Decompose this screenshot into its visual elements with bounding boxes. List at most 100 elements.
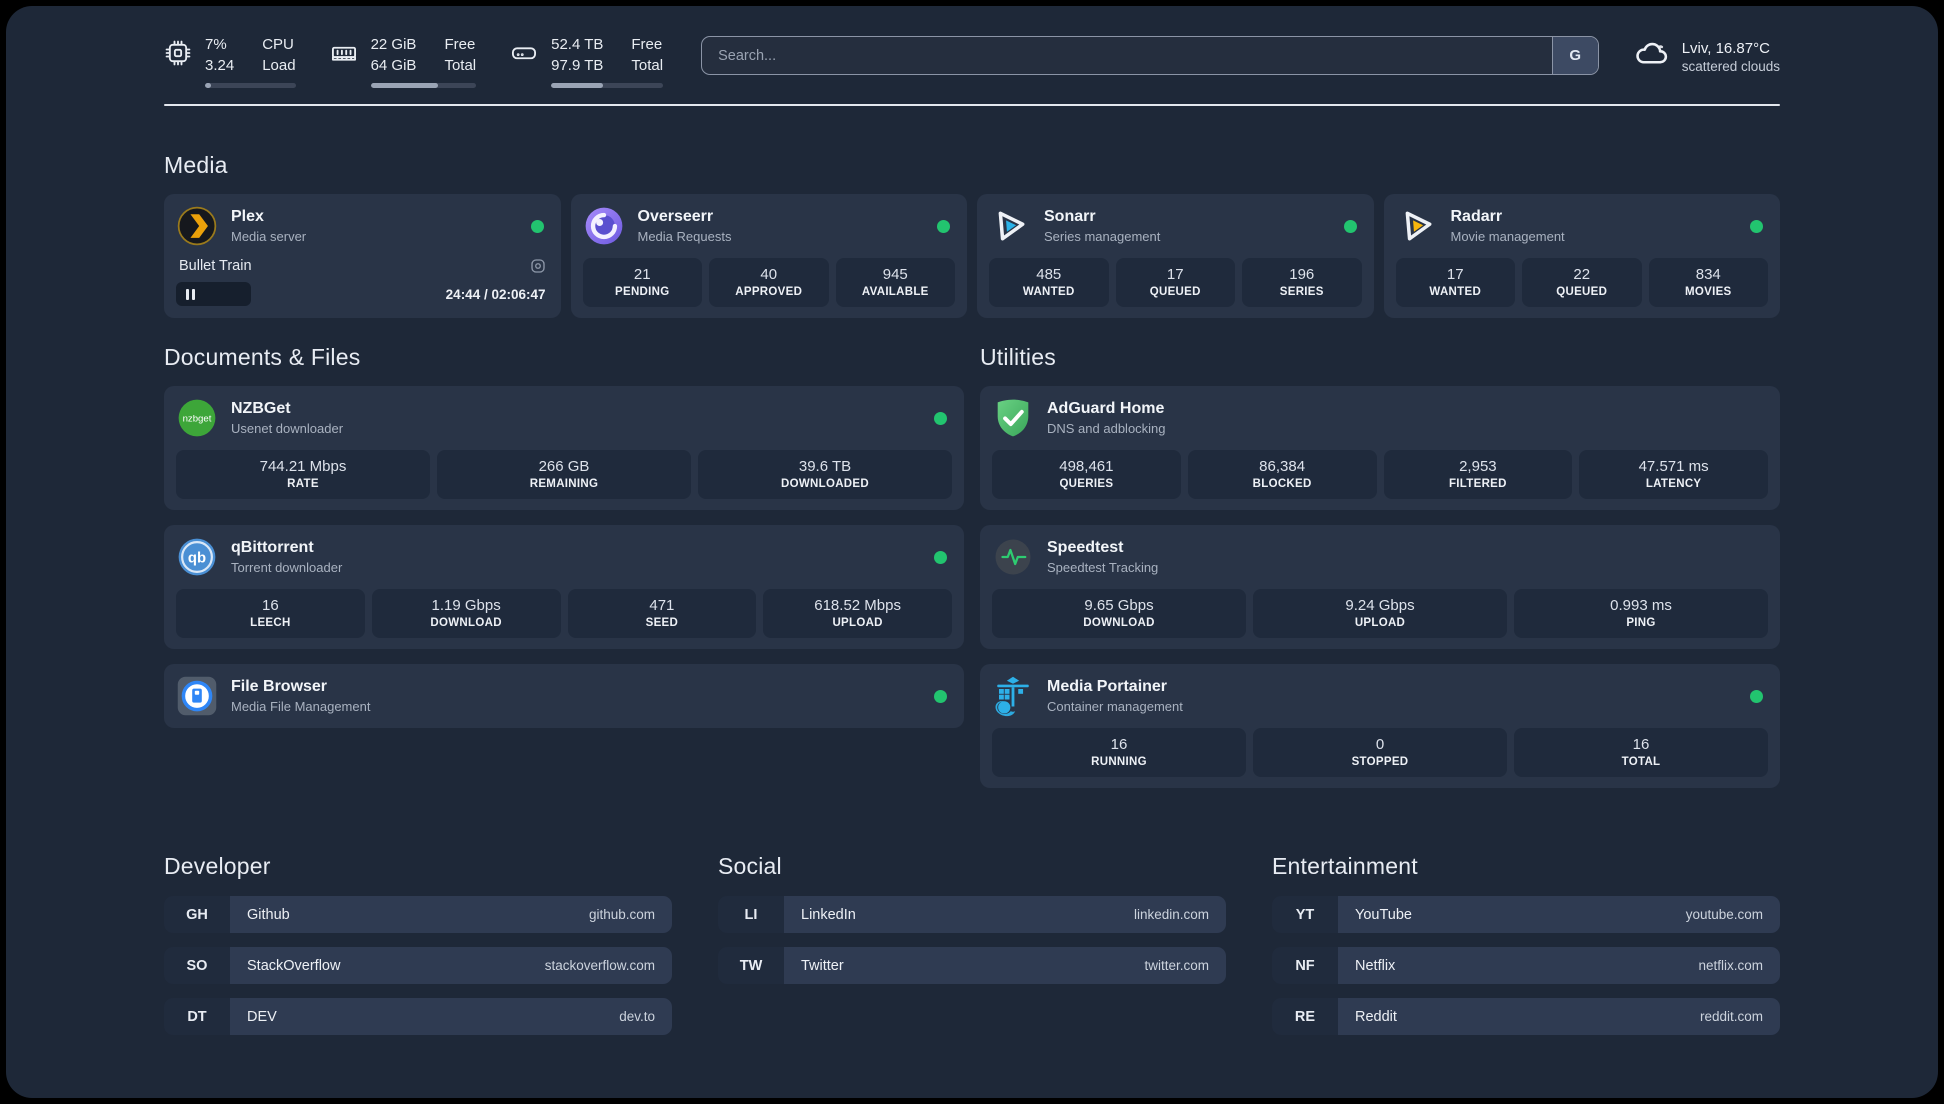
svg-text:qb: qb <box>188 550 206 566</box>
ram-icon <box>330 39 358 88</box>
now-playing-title: Bullet Train <box>179 258 252 274</box>
stat-tile: 834 MOVIES <box>1648 258 1768 307</box>
card-portainer[interactable]: Media Portainer Container management 16 R… <box>980 664 1780 788</box>
link-dev-to[interactable]: DT DEV dev.to <box>164 998 672 1035</box>
link-reddit[interactable]: RE Reddit reddit.com <box>1272 998 1780 1035</box>
link-tag: YT <box>1272 896 1338 933</box>
social-section: Social LI LinkedIn linkedin.com TW Twitt… <box>718 853 1226 1035</box>
speedtest-icon <box>992 536 1034 578</box>
app-title: Speedtest <box>1047 539 1124 556</box>
search-input[interactable] <box>702 47 1552 64</box>
cpu-stat: 7% 3.24 CPU Load <box>164 34 296 88</box>
card-overseerr[interactable]: Overseerr Media Requests 21 PENDING 40 APP… <box>570 194 967 318</box>
stat-tile: 2,953 FILTERED <box>1383 450 1573 499</box>
link-url: reddit.com <box>1699 1009 1763 1024</box>
app-title: File Browser <box>231 678 328 695</box>
section-title-developer: Developer <box>164 853 271 879</box>
app-subtitle: Container management <box>1047 699 1183 714</box>
app-subtitle: Usenet downloader <box>231 421 344 436</box>
link-url: stackoverflow.com <box>544 958 655 973</box>
dashboard-content: 7% 3.24 CPU Load 22 GiB 64 GiB Free Tota… <box>6 6 1938 1075</box>
svg-text:nzbget: nzbget <box>183 414 212 425</box>
link-tag: LI <box>718 896 784 933</box>
app-title: Media Portainer <box>1047 678 1168 695</box>
stat-tile: 22 QUEUED <box>1522 258 1642 307</box>
link-url: dev.to <box>619 1009 655 1024</box>
cpu-icon <box>164 39 192 88</box>
ram-total-value: 64 GiB <box>370 57 417 74</box>
qbittorrent-icon: qb <box>176 536 218 578</box>
link-stackoverflow[interactable]: SO StackOverflow stackoverflow.com <box>164 947 672 984</box>
card-radarr[interactable]: Radarr Movie management 17 WANTED 22 QUEUE… <box>1383 194 1780 318</box>
ram-label-2: Total <box>444 57 477 74</box>
link-github[interactable]: GH Github github.com <box>164 896 672 933</box>
link-youtube[interactable]: YT YouTube youtube.com <box>1272 896 1780 933</box>
app-subtitle: Speedtest Tracking <box>1047 560 1159 575</box>
card-speedtest[interactable]: Speedtest Speedtest Tracking 9.65 Gbps DO… <box>980 525 1780 649</box>
stat-tile: 47.571 ms LATENCY <box>1579 450 1768 499</box>
section-title-entertainment: Entertainment <box>1272 853 1418 879</box>
status-dot <box>1750 219 1763 233</box>
stat-tile: 471 SEED <box>567 589 757 638</box>
developer-section: Developer GH Github github.com SO StackO… <box>164 853 672 1035</box>
cpu-load-value: 3.24 <box>205 57 235 74</box>
link-twitter[interactable]: TW Twitter twitter.com <box>718 947 1226 984</box>
adguard-icon <box>992 397 1034 439</box>
disk-progress-bar <box>551 83 664 88</box>
app-title: AdGuard Home <box>1047 400 1165 417</box>
ram-progress-bar <box>370 83 477 88</box>
status-dot <box>934 689 947 703</box>
ram-stat: 22 GiB 64 GiB Free Total <box>330 34 477 88</box>
status-dot <box>934 411 947 425</box>
playback-progress: 24:44 / 02:06:47 <box>176 282 549 306</box>
stat-tile: 16 TOTAL <box>1514 728 1768 777</box>
card-filebrowser[interactable]: File Browser Media File Management <box>164 664 964 728</box>
card-qbittorrent[interactable]: qb qBittorrent Torrent downloader 16 LEEC… <box>164 525 964 649</box>
pause-button[interactable] <box>176 282 251 306</box>
app-subtitle: Media File Management <box>231 699 371 714</box>
app-subtitle: Movie management <box>1450 229 1565 244</box>
status-dot <box>934 550 947 564</box>
app-subtitle: Media server <box>231 229 307 244</box>
link-tag: NF <box>1272 947 1338 984</box>
utilities-column: Utilities AdGuard Home DNS and adblockin… <box>980 344 1780 803</box>
stat-tile: 39.6 TB DOWNLOADED <box>698 450 952 499</box>
ram-label-1: Free <box>444 36 476 53</box>
app-title: NZBGet <box>231 400 291 417</box>
card-nzbget[interactable]: nzbget NZBGet Usenet downloader 744.21 M… <box>164 386 964 510</box>
ram-free-value: 22 GiB <box>370 36 417 53</box>
radarr-icon <box>1396 205 1438 247</box>
stat-tile: 1.19 Gbps DOWNLOAD <box>371 589 561 638</box>
app-subtitle: Torrent downloader <box>231 560 343 575</box>
filebrowser-icon <box>176 675 218 717</box>
link-netflix[interactable]: NF Netflix netflix.com <box>1272 947 1780 984</box>
entertainment-section: Entertainment YT YouTube youtube.com NF … <box>1272 853 1780 1035</box>
disk-total-value: 97.9 TB <box>551 57 604 74</box>
status-dot <box>1343 219 1357 233</box>
stat-tile: 17 WANTED <box>1395 258 1515 307</box>
card-plex[interactable]: Plex Media server Bullet Train 24:44 / 0… <box>164 194 561 318</box>
link-url: github.com <box>588 907 655 922</box>
cpu-label-2: Load <box>262 57 296 74</box>
disk-label-2: Total <box>631 57 664 74</box>
status-dot <box>530 219 544 233</box>
sonarr-icon <box>989 205 1031 247</box>
dashboard-window: 7% 3.24 CPU Load 22 GiB 64 GiB Free Tota… <box>6 6 1938 1098</box>
stat-tile: 744.21 Mbps RATE <box>176 450 430 499</box>
cloud-icon <box>1633 36 1669 77</box>
google-search-button[interactable]: G <box>1551 37 1598 74</box>
stat-tile: 40 APPROVED <box>709 258 829 307</box>
app-title: Sonarr <box>1044 208 1096 225</box>
app-title: qBittorrent <box>231 539 314 556</box>
status-dot <box>1750 689 1763 703</box>
weather-widget: Lviv, 16.87°C scattered clouds <box>1633 36 1780 77</box>
card-sonarr[interactable]: Sonarr Series management 485 WANTED 17 QUE… <box>977 194 1374 318</box>
link-linkedin[interactable]: LI LinkedIn linkedin.com <box>718 896 1226 933</box>
header-divider <box>164 104 1780 106</box>
app-subtitle: Series management <box>1044 229 1161 244</box>
section-title-documents: Documents & Files <box>164 344 361 370</box>
nzbget-icon: nzbget <box>176 397 218 439</box>
app-title: Overseerr <box>637 208 714 225</box>
link-name: Netflix <box>1355 957 1396 974</box>
card-adguard[interactable]: AdGuard Home DNS and adblocking 498,461 Q… <box>980 386 1780 510</box>
